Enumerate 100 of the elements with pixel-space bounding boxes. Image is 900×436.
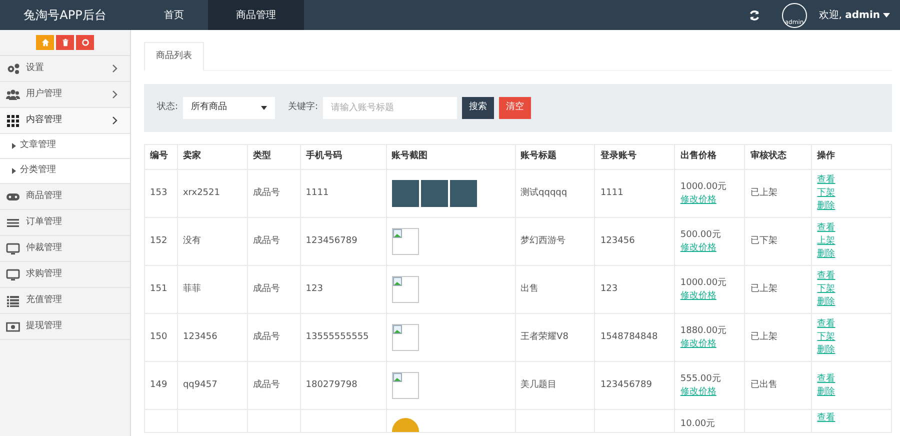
action-link[interactable]: 查看 (817, 222, 836, 235)
sidebar-item[interactable]: 订单管理 (0, 210, 130, 236)
column-header: 登录账号 (594, 144, 675, 170)
table-cell: 123 (306, 284, 323, 294)
status-label: 状态: (157, 101, 178, 114)
edit-price-link[interactable]: 修改价格 (680, 338, 716, 348)
caret-icon (261, 106, 268, 110)
caret-icon (12, 143, 16, 149)
trash-button[interactable] (56, 35, 74, 50)
table-cell: 123 (600, 284, 618, 294)
table-cell: 153 (150, 188, 168, 198)
table-cell: 成品号 (252, 188, 280, 198)
action-link[interactable]: 查看 (817, 372, 836, 386)
column-header: 卖家 (177, 144, 248, 170)
sidebar-item[interactable]: 求购管理 (0, 262, 130, 288)
screenshot-placeholder (450, 180, 477, 207)
home-button[interactable] (36, 35, 54, 50)
table-cell: 菲菲 (182, 284, 201, 294)
action-link[interactable]: 下架 (817, 187, 836, 200)
table-cell: 150 (150, 332, 168, 342)
table-cell: 123456789 (306, 236, 358, 246)
table-cell: qq9457 (182, 380, 218, 390)
sidebar-label: 提现管理 (26, 320, 63, 333)
search-button[interactable]: 搜索 (462, 97, 494, 119)
sidebar-item[interactable]: 充值管理 (0, 288, 130, 314)
table-cell: 美几题目 (520, 380, 557, 390)
column-header: 账号标题 (515, 144, 595, 170)
price-text: 1000.00元 (680, 276, 728, 290)
action-link[interactable]: 查看 (817, 318, 836, 331)
nav-tab[interactable]: 首页 (140, 0, 208, 30)
price-text: 1880.00元 (680, 324, 728, 338)
app-logo: 兔淘号APP后台 (22, 7, 108, 24)
monitor-icon (6, 242, 20, 256)
table-cell: 13555555555 (306, 332, 369, 342)
screenshot-placeholder (392, 180, 419, 207)
banknote-icon (6, 320, 20, 334)
action-link[interactable]: 删除 (817, 344, 836, 357)
sidebar-item[interactable]: 仲裁管理 (0, 236, 130, 262)
table-cell: 出售 (520, 284, 539, 294)
table-cell: 151 (150, 284, 168, 294)
action-link[interactable]: 查看 (817, 270, 836, 283)
table-cell: 123456 (600, 236, 635, 246)
column-header: 编号 (144, 144, 178, 170)
caret-icon (12, 168, 16, 174)
table-cell: 王者荣耀V8 (520, 332, 568, 342)
sidebar-subitem[interactable]: 分类管理 (0, 159, 130, 184)
action-link[interactable]: 删除 (817, 296, 836, 309)
broken-image-icon (392, 276, 419, 303)
edit-price-link[interactable]: 修改价格 (680, 242, 716, 252)
table-cell: 123456 (182, 332, 218, 342)
sidebar-subitem[interactable]: 文章管理 (0, 134, 130, 159)
price-text: 555.00元 (680, 372, 722, 386)
trash-icon (60, 38, 70, 47)
tab[interactable]: 商品列表 (144, 42, 204, 71)
table-cell: 152 (150, 236, 168, 246)
action-link[interactable]: 删除 (817, 248, 836, 261)
sidebar-item[interactable]: 提现管理 (0, 314, 130, 340)
table-cell: 成品号 (252, 380, 280, 390)
caret-icon (883, 12, 890, 18)
clear-button[interactable]: 清空 (499, 97, 532, 119)
table-cell: 成品号 (252, 332, 280, 342)
column-header: 出售价格 (674, 144, 745, 170)
action-link[interactable]: 删除 (817, 386, 836, 398)
price-text: 500.00元 (680, 228, 722, 242)
action-link[interactable]: 下架 (817, 283, 836, 296)
action-link[interactable]: 删除 (817, 200, 836, 213)
sidebar-label: 内容管理 (26, 114, 63, 127)
monitor-icon (6, 268, 20, 282)
action-link[interactable]: 查看 (817, 412, 836, 425)
sidebar-item[interactable]: 商品管理 (0, 184, 130, 210)
action-link[interactable]: 上架 (817, 235, 836, 248)
sidebar-item[interactable]: 内容管理 (0, 108, 130, 134)
edit-price-link[interactable]: 修改价格 (680, 290, 716, 300)
action-link[interactable]: 下架 (817, 331, 836, 344)
broken-image-icon (392, 228, 419, 255)
sidebar-label: 求购管理 (26, 268, 63, 281)
action-link[interactable]: 查看 (817, 174, 836, 187)
column-header: 审核状态 (744, 144, 812, 170)
table-cell: 已出售 (750, 380, 778, 390)
recycle-button[interactable] (76, 35, 94, 50)
nav-tab[interactable]: 商品管理 (208, 0, 304, 30)
table-cell: 已下架 (750, 236, 778, 246)
edit-price-link[interactable]: 修改价格 (680, 194, 716, 204)
sidebar-label: 用户管理 (26, 88, 63, 101)
table-cell: 测试qqqqq (520, 188, 568, 198)
column-header: 操作 (812, 144, 892, 170)
keyword-field[interactable]: 请输入账号标题 (323, 97, 458, 119)
sidebar-label: 仲裁管理 (26, 242, 63, 255)
table-cell: 梦幻西游号 (520, 236, 566, 246)
edit-price-link[interactable]: 修改价格 (680, 386, 716, 396)
chevron-icon (112, 64, 118, 73)
image-placeholder (392, 418, 419, 432)
sidebar-item[interactable]: 设置 (0, 56, 130, 82)
status-select[interactable]: 所有商品 (183, 97, 276, 119)
table-cell: 123456789 (600, 380, 652, 390)
refresh-icon[interactable] (748, 10, 760, 20)
column-header: 类型 (247, 144, 300, 170)
user-menu[interactable]: 欢迎, admin (818, 8, 890, 22)
column-header: 手机号码 (300, 144, 386, 170)
users-icon (6, 88, 20, 102)
